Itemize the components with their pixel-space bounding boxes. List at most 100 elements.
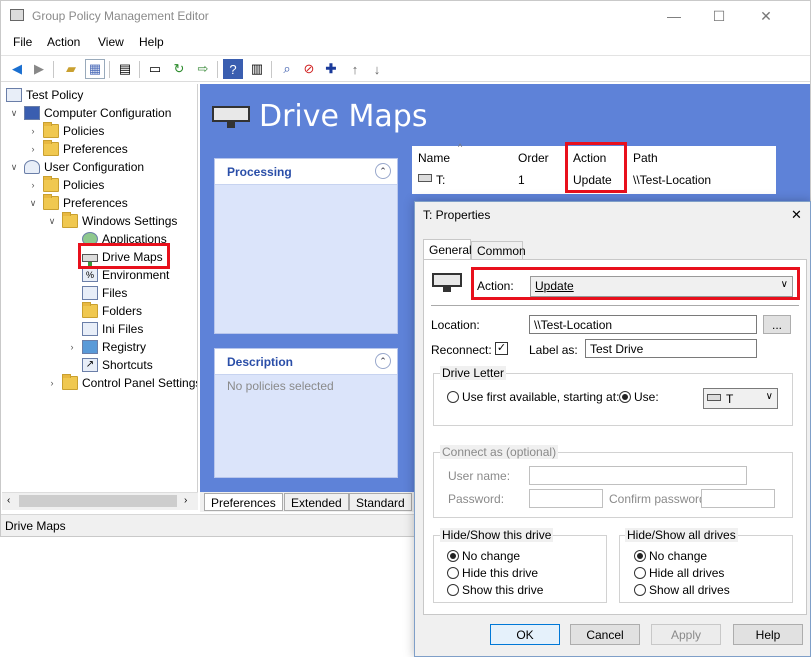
location-input[interactable]: \\Test-Location <box>529 315 757 334</box>
column-name[interactable]: Name <box>418 151 450 165</box>
tab-standard[interactable]: Standard <box>349 493 412 511</box>
tree-item-registry[interactable]: › Registry <box>66 338 146 356</box>
browse-button[interactable]: ... <box>763 315 791 334</box>
scroll-right-icon[interactable]: › <box>184 495 187 506</box>
drive-icon-stem <box>443 287 451 292</box>
drive-letter-select[interactable]: T ∨ <box>703 388 778 409</box>
help-button[interactable]: Help <box>733 624 803 645</box>
tree-item-policies[interactable]: › Policies <box>27 122 104 140</box>
show-hide-tree-icon[interactable]: ▦ <box>85 59 105 79</box>
tree-item-control-panel-settings[interactable]: › Control Panel Settings <box>46 374 197 392</box>
move-up-icon[interactable]: ↑ <box>345 59 365 79</box>
tree-item-policies[interactable]: › Policies <box>27 176 104 194</box>
move-down-icon[interactable]: ↓ <box>367 59 387 79</box>
dialog-close-button[interactable]: ✕ <box>791 207 802 223</box>
minimize-button[interactable]: — <box>651 1 697 31</box>
refresh-icon[interactable]: ↻ <box>169 59 189 79</box>
files-icon <box>82 286 98 300</box>
label-as-input[interactable]: Test Drive <box>585 339 757 358</box>
tree-item-preferences[interactable]: ∨ Preferences <box>27 194 128 212</box>
menu-file[interactable]: File <box>13 35 32 49</box>
hide-this-drive-label: Hide this drive <box>462 566 539 580</box>
tree-item-computer-configuration[interactable]: ∨ Computer Configuration <box>8 104 171 122</box>
tab-general[interactable]: General <box>423 239 472 260</box>
registry-icon <box>82 340 98 354</box>
tree-item-label: Files <box>102 286 128 300</box>
use-label: Use: <box>634 390 659 404</box>
tree-item-test-policy[interactable]: Test Policy <box>6 86 83 104</box>
view-icon[interactable]: ▥ <box>247 59 267 79</box>
export-icon[interactable]: ⇨ <box>193 59 213 79</box>
ok-button[interactable]: OK <box>490 624 560 645</box>
tab-extended[interactable]: Extended <box>284 493 349 511</box>
processing-panel: Processing ⌃ <box>214 158 398 334</box>
tree-item-preferences[interactable]: › Preferences <box>27 140 128 158</box>
chevron-down-icon[interactable]: ∨ <box>27 198 39 209</box>
no-change-all-label: No change <box>649 549 708 563</box>
forward-arrow-icon[interactable]: ▶ <box>29 59 49 79</box>
scroll-left-icon[interactable]: ‹ <box>7 495 10 506</box>
tree-item-ini-files[interactable]: Ini Files <box>82 320 143 338</box>
up-folder-icon[interactable]: ▰ <box>61 59 81 79</box>
help-icon[interactable]: ? <box>223 59 243 79</box>
properties-icon[interactable]: ▤ <box>115 59 135 79</box>
menu-view[interactable]: View <box>98 35 124 49</box>
tab-common[interactable]: Common <box>471 241 526 260</box>
chevron-right-icon[interactable]: › <box>46 378 58 388</box>
scroll-thumb[interactable] <box>19 495 177 507</box>
tree-item-user-configuration[interactable]: ∨ User Configuration <box>8 158 144 176</box>
no-change-all-radio[interactable] <box>634 550 646 562</box>
chevron-right-icon[interactable]: › <box>27 180 39 190</box>
ini-files-icon <box>82 322 98 336</box>
add-icon[interactable]: ✚ <box>321 59 341 79</box>
reconnect-checkbox[interactable]: ✓ <box>495 342 508 355</box>
chevron-down-icon[interactable]: ∨ <box>8 162 20 173</box>
stop-icon[interactable]: ⊘ <box>299 59 319 79</box>
maximize-button[interactable]: ☐ <box>696 1 742 31</box>
use-first-available-radio[interactable] <box>447 391 459 403</box>
hide-show-drive-group-label: Hide/Show this drive <box>440 528 554 542</box>
status-text: Drive Maps <box>5 519 66 533</box>
tree-item-shortcuts[interactable]: ↗ Shortcuts <box>82 356 153 374</box>
apply-button[interactable]: Apply <box>651 624 721 645</box>
tree-item-files[interactable]: Files <box>82 284 127 302</box>
chevron-right-icon[interactable]: › <box>27 144 39 154</box>
chevron-down-icon[interactable]: ∨ <box>46 216 58 227</box>
folder-open-icon <box>62 212 78 228</box>
back-arrow-icon[interactable]: ◀ <box>7 59 27 79</box>
tree-item-label: Computer Configuration <box>44 106 172 120</box>
description-panel: Description ⌃ No policies selected <box>214 348 398 478</box>
folder-icon <box>43 140 59 156</box>
collapse-icon[interactable]: ⌃ <box>375 163 391 179</box>
label-as-label: Label as: <box>529 343 578 357</box>
print-icon[interactable]: ▭ <box>145 59 165 79</box>
use-radio[interactable] <box>619 391 631 403</box>
collapse-icon[interactable]: ⌃ <box>375 353 391 369</box>
tree-item-windows-settings[interactable]: ∨ Windows Settings <box>46 212 177 230</box>
folder-icon <box>43 194 59 210</box>
menu-help[interactable]: Help <box>139 35 164 49</box>
tab-preferences[interactable]: Preferences <box>204 493 283 511</box>
password-input[interactable] <box>529 489 603 508</box>
chevron-down-icon[interactable]: ∨ <box>8 108 20 119</box>
show-this-drive-radio[interactable] <box>447 584 459 596</box>
tree-item-folders[interactable]: Folders <box>82 302 142 320</box>
close-button[interactable]: ✕ <box>743 1 789 31</box>
column-path[interactable]: Path <box>633 151 658 165</box>
menu-action[interactable]: Action <box>47 35 80 49</box>
tree-item-label: User Configuration <box>44 160 145 174</box>
cancel-button[interactable]: Cancel <box>570 624 640 645</box>
column-order[interactable]: Order <box>518 151 549 165</box>
hide-show-all-group-label: Hide/Show all drives <box>625 528 738 542</box>
shortcuts-icon: ↗ <box>82 358 98 372</box>
chevron-right-icon[interactable]: › <box>66 342 78 352</box>
chevron-right-icon[interactable]: › <box>27 126 39 136</box>
hide-this-drive-radio[interactable] <box>447 567 459 579</box>
search-icon[interactable]: ⌕ <box>277 59 297 79</box>
confirm-password-input[interactable] <box>701 489 775 508</box>
no-change-drive-radio[interactable] <box>447 550 459 562</box>
hide-all-drives-radio[interactable] <box>634 567 646 579</box>
drive-maps-highlight <box>78 243 170 269</box>
show-all-drives-radio[interactable] <box>634 584 646 596</box>
user-name-input[interactable] <box>529 466 747 485</box>
